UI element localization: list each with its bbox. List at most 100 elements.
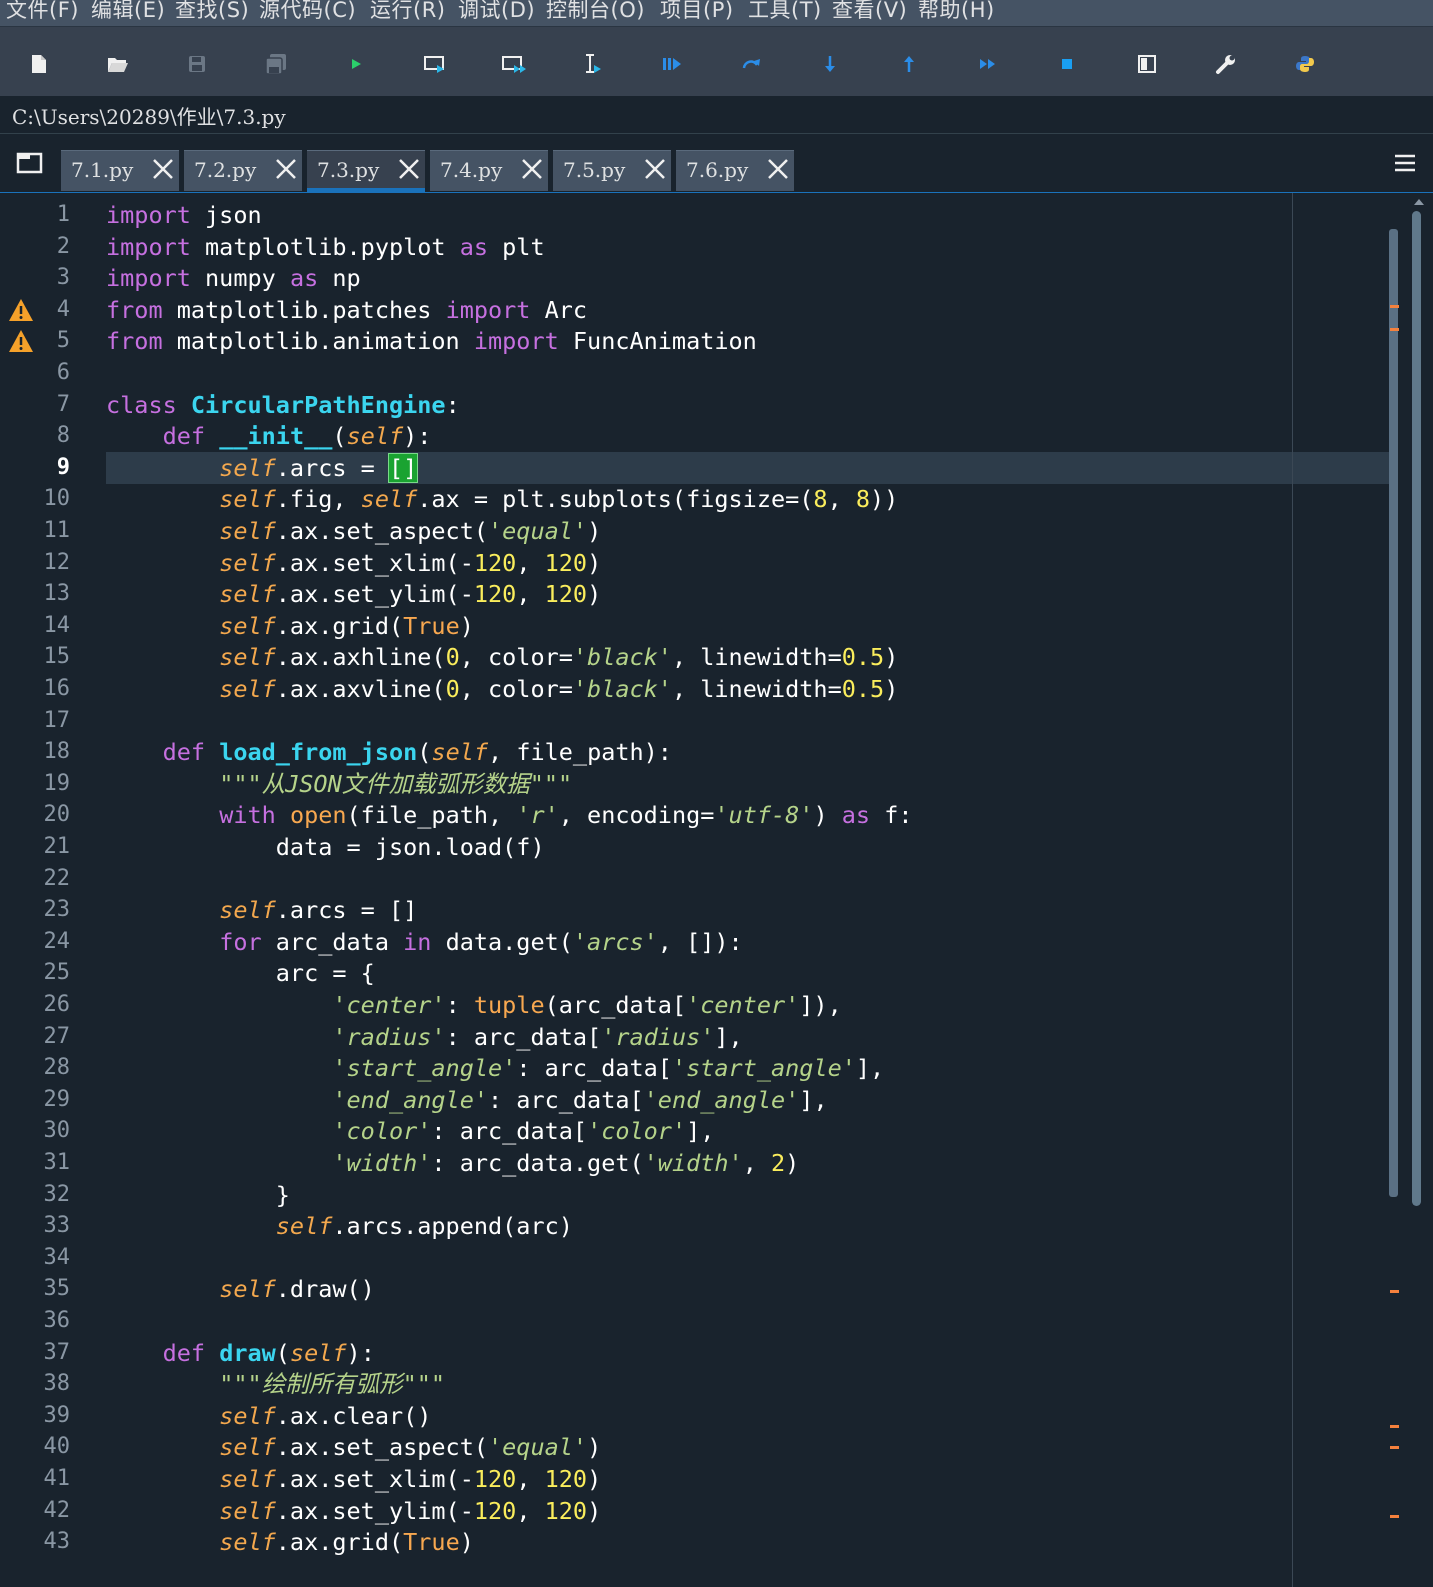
- code-line[interactable]: 'end_angle': arc_data['end_angle'],: [106, 1084, 827, 1116]
- menu-source[interactable]: 源代码(C): [259, 0, 356, 24]
- code-line[interactable]: self.ax.grid(True): [106, 610, 474, 642]
- hamburger-menu-icon[interactable]: [1393, 152, 1417, 174]
- menu-view[interactable]: 查看(V): [832, 0, 907, 24]
- line-number: 43: [43, 1529, 71, 1555]
- warning-marker[interactable]: [1390, 305, 1399, 308]
- tab-7-4[interactable]: 7.4.py: [430, 150, 548, 191]
- debug-step-return-icon[interactable]: [892, 47, 926, 81]
- scroll-up-arrow-icon[interactable]: [1414, 199, 1424, 205]
- tab-7-6[interactable]: 7.6.py: [676, 150, 794, 191]
- run-icon[interactable]: [339, 47, 373, 81]
- code-line[interactable]: 'radius': arc_data['radius'],: [106, 1021, 742, 1053]
- occurrence-marker[interactable]: [1390, 1515, 1399, 1518]
- open-file-icon[interactable]: [101, 47, 135, 81]
- debug-stop-icon[interactable]: [1050, 47, 1084, 81]
- menu-help[interactable]: 帮助(H): [918, 0, 995, 24]
- close-tab-icon[interactable]: [518, 155, 546, 183]
- new-file-icon[interactable]: [22, 47, 56, 81]
- warning-icon[interactable]: [8, 329, 34, 353]
- code-line[interactable]: self.ax.set_aspect('equal'): [106, 1431, 601, 1463]
- line-number: 11: [43, 518, 71, 543]
- occurrence-marker[interactable]: [1390, 1425, 1399, 1428]
- occurrence-marker[interactable]: [1390, 1446, 1399, 1449]
- browse-tabs-icon[interactable]: [16, 152, 44, 174]
- code-line[interactable]: def __init__(self):: [106, 420, 432, 452]
- run-selection-icon[interactable]: [576, 47, 610, 81]
- pythonpath-manager-icon[interactable]: [1288, 47, 1322, 81]
- code-line[interactable]: """从JSON文件加载弧形数据""": [106, 768, 572, 800]
- scrollbar-thumb[interactable]: [1412, 211, 1421, 1206]
- code-line[interactable]: self.arcs = []: [106, 894, 417, 926]
- code-line[interactable]: import numpy as np: [106, 262, 361, 294]
- gutter-line: 15: [0, 641, 100, 673]
- code-line[interactable]: self.ax.set_xlim(-120, 120): [106, 547, 601, 579]
- preferences-icon[interactable]: [1209, 47, 1243, 81]
- code-line[interactable]: }: [106, 1179, 290, 1211]
- tab-7-2[interactable]: 7.2.py: [184, 150, 302, 191]
- code-line[interactable]: self.ax.grid(True): [106, 1526, 474, 1558]
- code-line[interactable]: class CircularPathEngine:: [106, 389, 460, 421]
- close-tab-icon[interactable]: [272, 155, 300, 183]
- menu-projects[interactable]: 项目(P): [660, 0, 734, 24]
- code-line[interactable]: def draw(self):: [106, 1337, 375, 1369]
- code-line[interactable]: import json: [106, 199, 262, 231]
- code-line[interactable]: 'width': arc_data.get('width', 2): [106, 1147, 799, 1179]
- close-tab-icon[interactable]: [764, 155, 792, 183]
- debug-step-into-icon[interactable]: [813, 47, 847, 81]
- code-line[interactable]: self.ax.axhline(0, color='black', linewi…: [106, 641, 898, 673]
- code-line[interactable]: def load_from_json(self, file_path):: [106, 736, 672, 768]
- close-tab-icon[interactable]: [395, 155, 423, 183]
- debug-icon[interactable]: [655, 47, 689, 81]
- code-editor[interactable]: 1 2 3 4 5 6 7 8 9 10 11 12 13 14 15 16 17 18 19 20 21 22 23 24 2…: [0, 193, 1433, 1587]
- close-tab-icon[interactable]: [149, 155, 177, 183]
- menu-edit[interactable]: 编辑(E): [91, 0, 165, 24]
- menu-file[interactable]: 文件(F): [6, 0, 79, 24]
- menu-tools[interactable]: 工具(T): [748, 0, 822, 24]
- code-line[interactable]: with open(file_path, 'r', encoding='utf-…: [106, 799, 912, 831]
- code-line[interactable]: """绘制所有弧形""": [106, 1368, 445, 1400]
- code-line[interactable]: self.ax.set_xlim(-120, 120): [106, 1463, 601, 1495]
- line-number: 32: [43, 1181, 71, 1207]
- code-line[interactable]: arc = {: [106, 957, 375, 989]
- code-line[interactable]: self.fig, self.ax = plt.subplots(figsize…: [106, 483, 898, 515]
- code-line[interactable]: data = json.load(f): [106, 831, 545, 863]
- line-number: 25: [43, 960, 71, 986]
- warning-marker[interactable]: [1390, 328, 1399, 331]
- save-all-icon[interactable]: [259, 47, 293, 81]
- code-line[interactable]: self.ax.axvline(0, color='black', linewi…: [106, 673, 898, 705]
- code-line[interactable]: for arc_data in data.get('arcs', []):: [106, 926, 743, 958]
- code-line[interactable]: import matplotlib.pyplot as plt: [106, 231, 545, 263]
- code-line[interactable]: self.draw(): [106, 1273, 375, 1305]
- tab-7-5[interactable]: 7.5.py: [553, 150, 671, 191]
- maximize-pane-icon[interactable]: [1130, 47, 1164, 81]
- gutter-line: 39: [0, 1400, 100, 1432]
- vertical-scrollbar[interactable]: [1403, 193, 1433, 1587]
- save-file-icon[interactable]: [180, 47, 214, 81]
- debug-step-over-icon[interactable]: [734, 47, 768, 81]
- run-cell-advance-icon[interactable]: [497, 47, 531, 81]
- menu-run[interactable]: 运行(R): [370, 0, 445, 24]
- code-line[interactable]: self.ax.clear(): [106, 1400, 431, 1432]
- code-line[interactable]: 'center': tuple(arc_data['center']),: [106, 989, 841, 1021]
- run-cell-icon[interactable]: [418, 47, 452, 81]
- code-line[interactable]: self.ax.set_ylim(-120, 120): [106, 1495, 601, 1527]
- warning-icon[interactable]: [8, 298, 34, 322]
- code-line[interactable]: self.ax.set_aspect('equal'): [106, 515, 601, 547]
- code-line[interactable]: from matplotlib.animation import FuncAni…: [106, 325, 757, 357]
- tab-7-3[interactable]: 7.3.py: [307, 150, 425, 192]
- occurrence-marker[interactable]: [1390, 1290, 1399, 1293]
- code-line[interactable]: self.arcs.append(arc): [106, 1210, 573, 1242]
- gutter-line: 20: [0, 799, 100, 831]
- menu-debug[interactable]: 调试(D): [458, 0, 535, 24]
- debug-continue-icon[interactable]: [971, 47, 1005, 81]
- menu-search[interactable]: 查找(S): [175, 0, 249, 24]
- code-line[interactable]: 'start_angle': arc_data['start_angle'],: [106, 1052, 884, 1084]
- menu-consoles[interactable]: 控制台(O): [546, 0, 645, 24]
- code-line[interactable]: 'color': arc_data['color'],: [106, 1115, 714, 1147]
- close-tab-icon[interactable]: [641, 155, 669, 183]
- code-line[interactable]: from matplotlib.patches import Arc: [106, 294, 587, 326]
- code-scroll-flag-area[interactable]: [1389, 229, 1398, 1197]
- tab-7-1[interactable]: 7.1.py: [61, 150, 179, 191]
- code-line[interactable]: self.arcs = []: [106, 452, 419, 484]
- code-line[interactable]: self.ax.set_ylim(-120, 120): [106, 578, 601, 610]
